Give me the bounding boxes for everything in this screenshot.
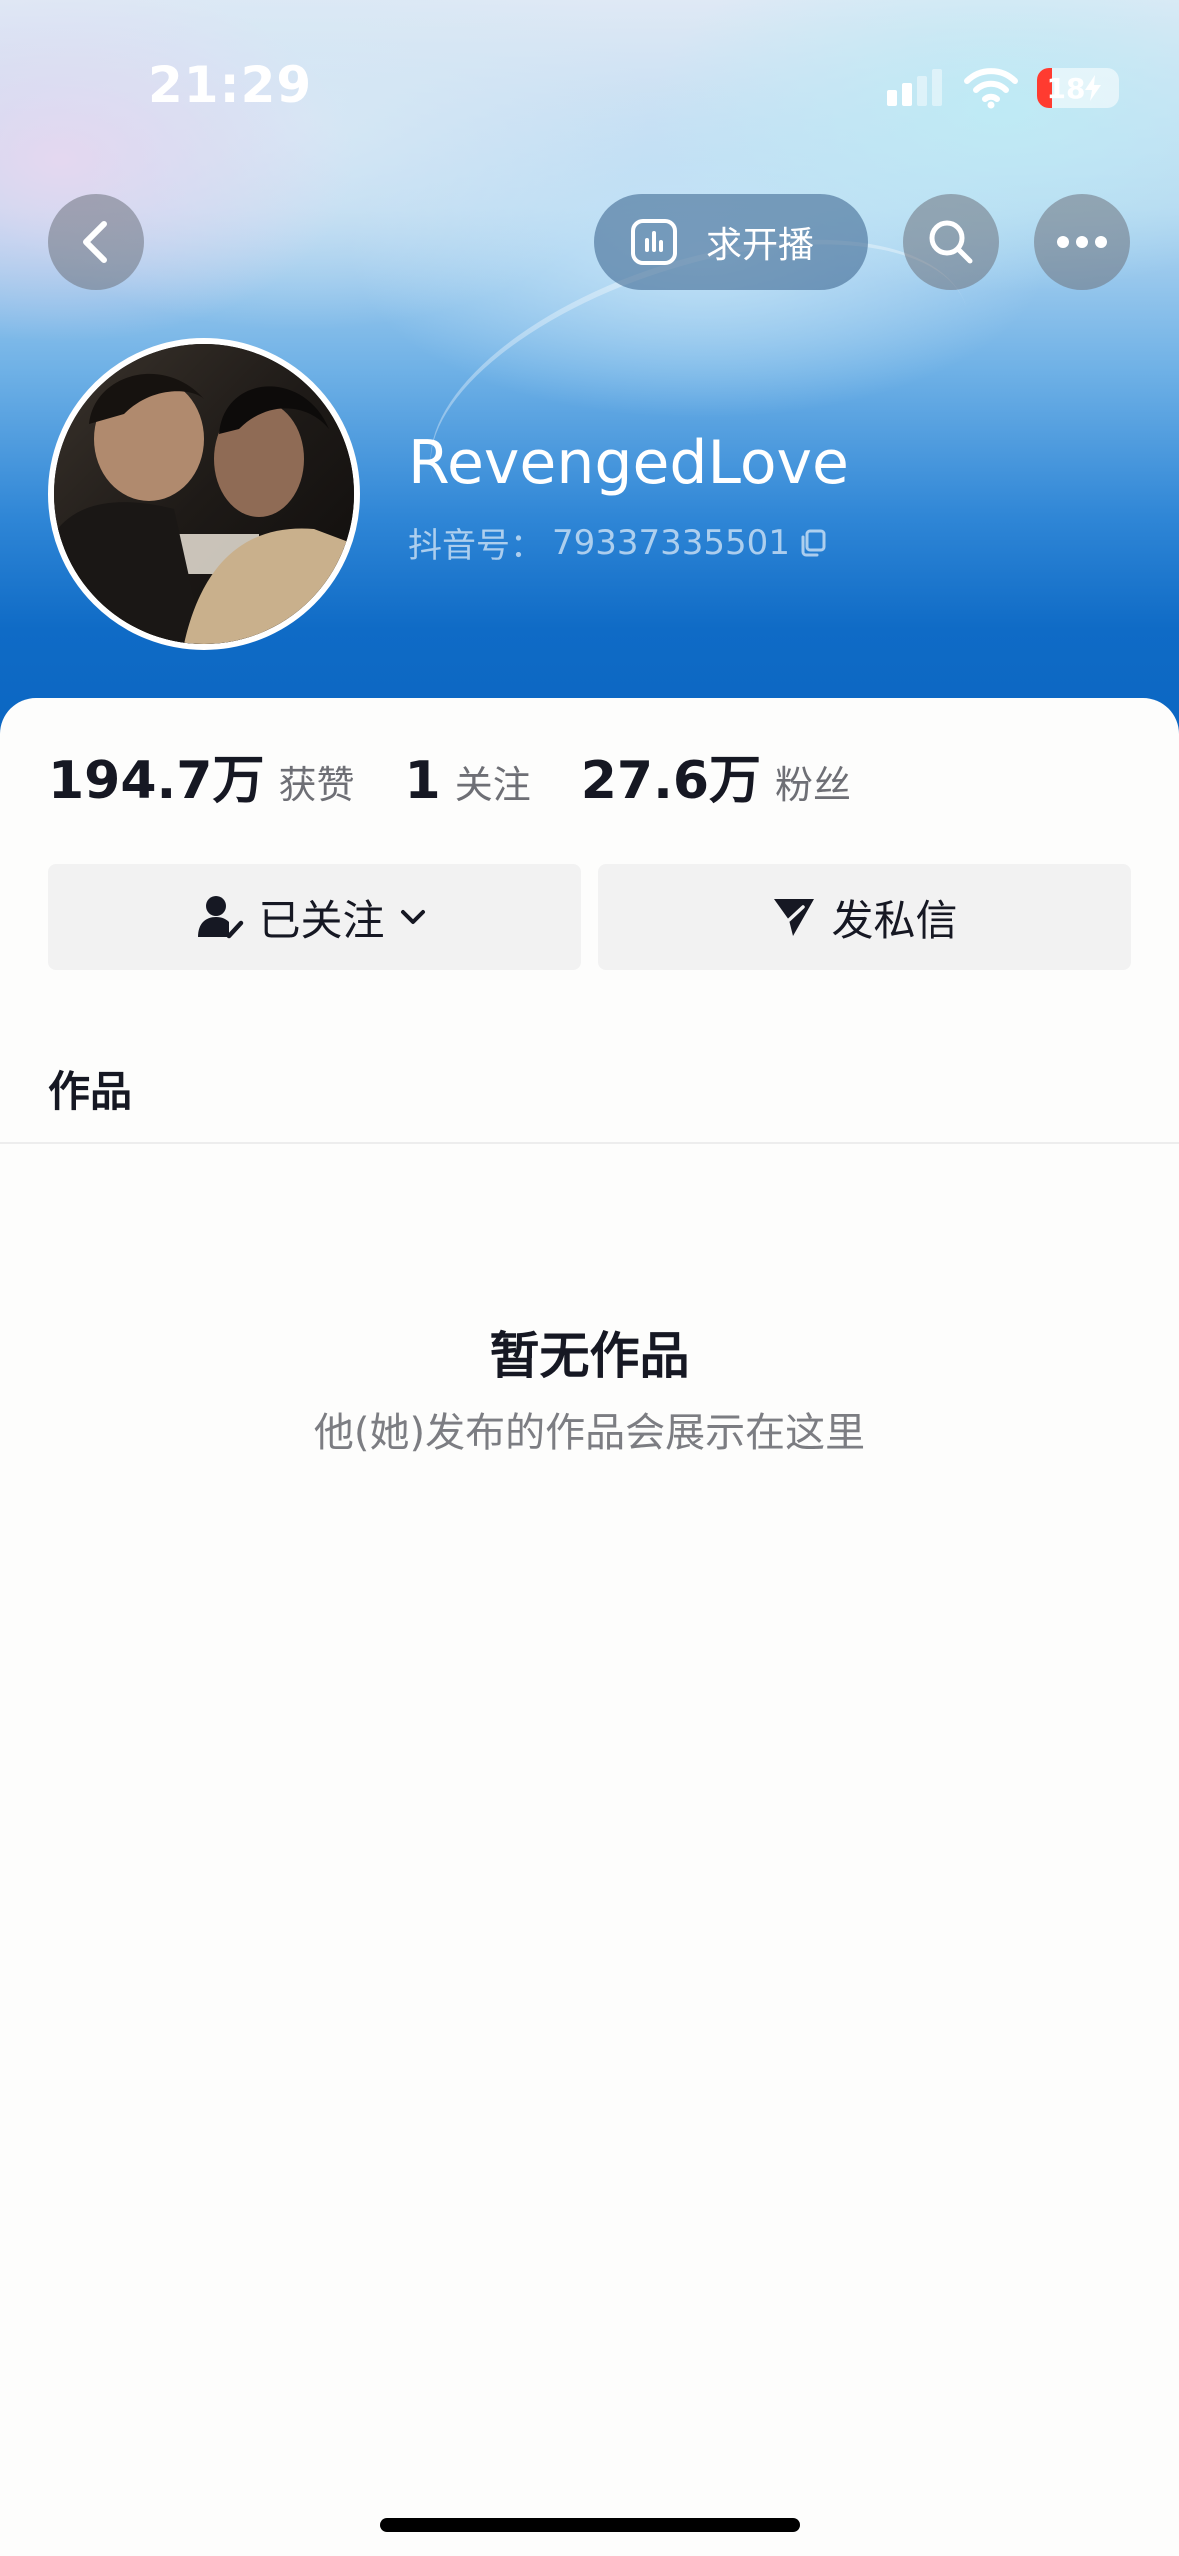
status-time: 21:29 <box>148 56 313 114</box>
request-live-button[interactable]: 求开播 <box>594 194 868 290</box>
send-message-label: 发私信 <box>831 895 958 945</box>
empty-state-title: 暂无作品 <box>489 1327 690 1385</box>
send-message-button[interactable]: 发私信 <box>598 864 1131 970</box>
stat-following[interactable]: 1 关注 <box>405 751 531 811</box>
user-check-icon <box>198 896 244 939</box>
avatar[interactable] <box>48 338 360 650</box>
back-button[interactable] <box>48 194 144 290</box>
send-icon <box>774 899 815 936</box>
search-button[interactable] <box>903 194 999 290</box>
copy-icon[interactable] <box>798 528 828 558</box>
followed-label: 已关注 <box>258 895 385 945</box>
stat-label: 粉丝 <box>775 763 852 807</box>
search-icon <box>929 220 973 264</box>
battery-charging-icon: 18 <box>1037 68 1119 108</box>
tab-works[interactable]: 作品 <box>48 1058 132 1119</box>
signal-icon <box>887 69 942 106</box>
wifi-icon <box>964 68 1018 109</box>
chevron-left-icon <box>83 221 107 263</box>
profile-content: 194.7万 获赞 1 关注 27.6万 粉丝 已关注 发私信 作品 暂无作品 … <box>0 698 1179 2556</box>
account-id: 抖音号： 79337335501 <box>408 518 828 567</box>
chevron-down-icon <box>400 910 425 924</box>
tab-divider <box>0 1142 1179 1144</box>
stat-value: 27.6万 <box>580 751 762 811</box>
stat-label: 关注 <box>454 763 531 807</box>
request-live-label: 求开播 <box>706 225 815 266</box>
profile-name: RevengedLove <box>408 428 849 498</box>
account-id-value: 79337335501 <box>552 522 790 563</box>
avatar-image <box>54 344 354 644</box>
stat-followers[interactable]: 27.6万 粉丝 <box>581 738 851 813</box>
account-id-label: 抖音号： <box>408 526 544 566</box>
stat-label: 获赞 <box>278 763 355 807</box>
profile-screen: 21:29 18 求开播 RevengedLove 抖音号： 793373355… <box>0 0 1179 2556</box>
followed-button[interactable]: 已关注 <box>48 864 581 970</box>
stat-likes[interactable]: 194.7万 获赞 <box>48 738 355 813</box>
bar-chart-icon <box>631 219 677 265</box>
battery-level: 18 <box>1037 68 1111 108</box>
stats-row: 194.7万 获赞 1 关注 27.6万 粉丝 <box>48 738 901 813</box>
more-button[interactable] <box>1034 194 1130 290</box>
charging-bolt-icon <box>1085 75 1102 101</box>
home-indicator[interactable] <box>380 2518 800 2532</box>
status-icons: 18 <box>887 60 1119 116</box>
empty-state-description: 他(她)发布的作品会展示在这里 <box>313 1410 866 1456</box>
more-dots-icon <box>1057 236 1107 248</box>
stat-value: 194.7万 <box>48 751 265 811</box>
stat-value: 1 <box>404 751 441 811</box>
